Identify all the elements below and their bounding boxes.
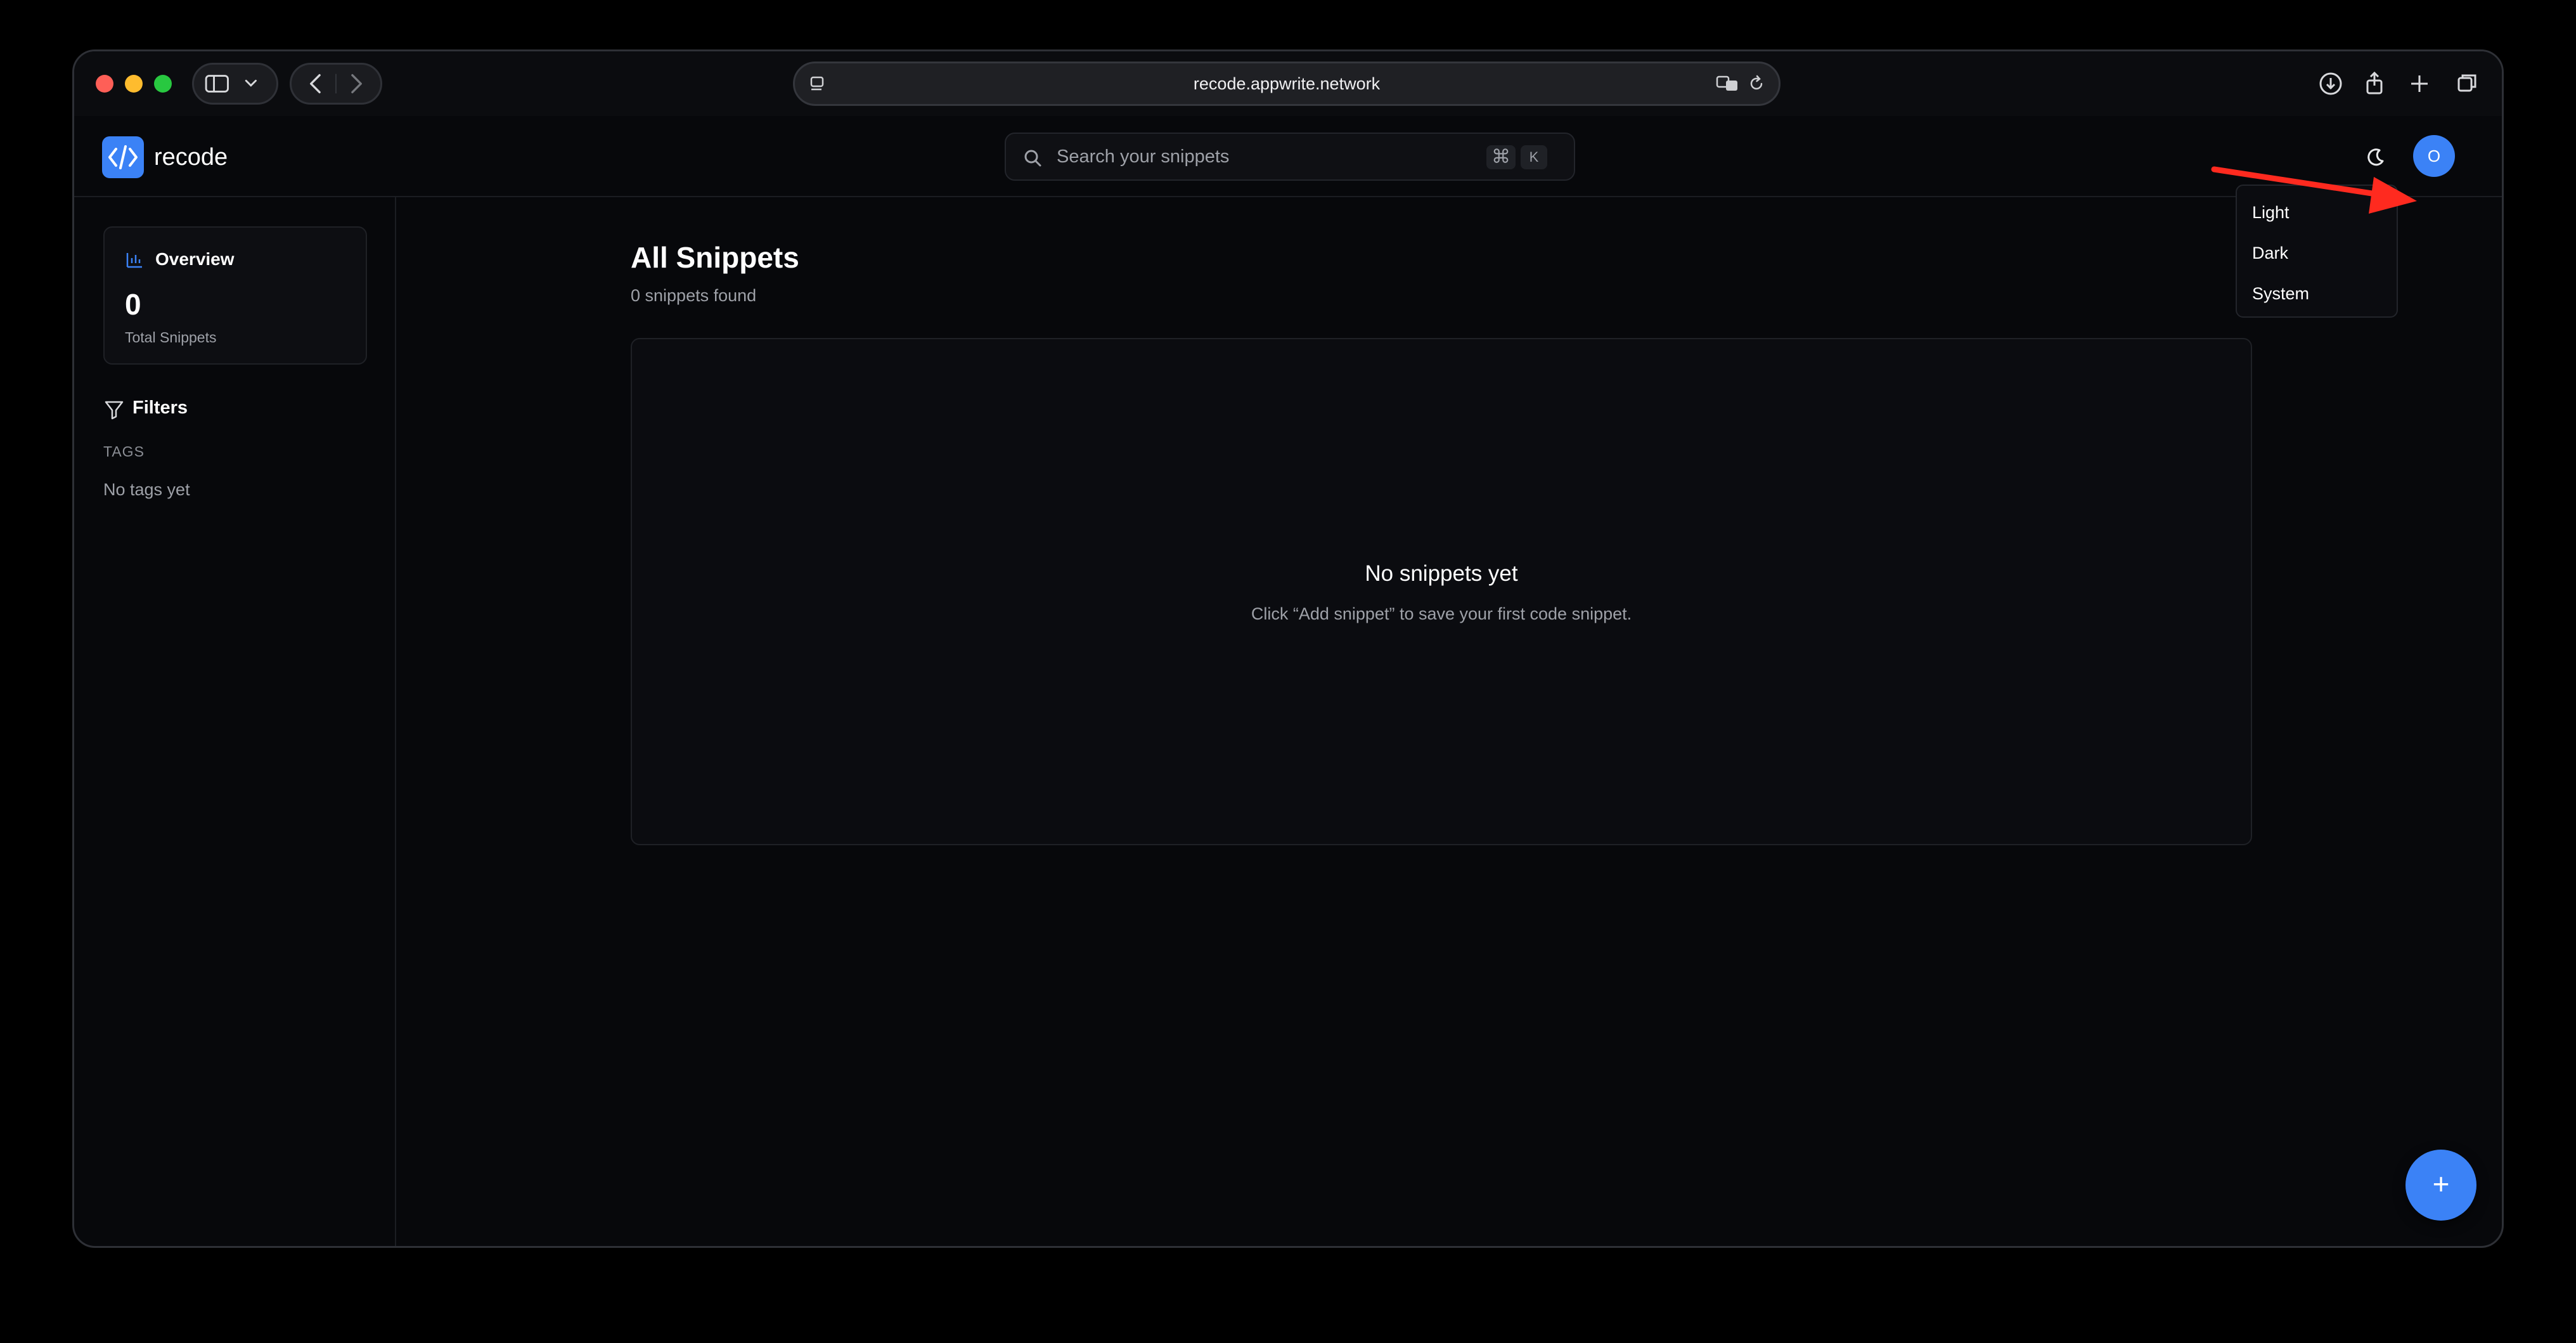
empty-state-description: Click “Add snippet” to save your first c… (1251, 604, 1632, 623)
history-nav (290, 63, 382, 105)
filters-title: Filters (132, 398, 188, 418)
filter-icon (105, 401, 124, 420)
reload-icon[interactable] (1747, 74, 1766, 93)
share-icon[interactable] (2366, 71, 2383, 94)
theme-option-system[interactable]: System (2239, 275, 2394, 313)
sidebar-icon (205, 75, 257, 93)
overview-title: Overview (155, 249, 235, 269)
back-icon[interactable] (310, 74, 321, 94)
sidebar: Overview 0 Total Snippets Filters TAGS N… (74, 197, 396, 1246)
snippets-count-text: 0 snippets found (631, 286, 757, 305)
tags-heading: TAGS (103, 443, 145, 460)
annotation-arrow-icon (2211, 166, 2417, 214)
total-snippets-label: Total Snippets (125, 329, 217, 346)
tags-empty-text: No tags yet (103, 480, 190, 499)
add-snippet-button[interactable]: + (2405, 1150, 2476, 1221)
overview-card: Overview 0 Total Snippets (103, 226, 367, 365)
forward-icon[interactable] (351, 74, 362, 94)
url-text: recode.appwrite.network (1193, 74, 1381, 93)
browser-window: recode.appwrite.network recode Search yo… (72, 49, 2504, 1248)
app-header: recode ⌘ K O (74, 116, 2502, 197)
bar-chart-icon (126, 253, 142, 268)
empty-state-title: No snippets yet (1365, 561, 1518, 586)
new-tab-icon[interactable] (2411, 75, 2428, 92)
shortcut-k-key: K (1521, 145, 1547, 169)
theme-option-dark[interactable]: Dark (2239, 234, 2394, 272)
app-logo[interactable] (102, 136, 144, 178)
page-title: All Snippets (631, 241, 799, 274)
search-input[interactable] (1057, 134, 1437, 179)
address-bar[interactable]: recode.appwrite.network (793, 62, 1781, 106)
close-window-button[interactable] (96, 75, 113, 93)
translate-icon[interactable] (1715, 74, 1741, 93)
app-name[interactable]: recode (154, 141, 228, 173)
downloads-icon[interactable] (2319, 72, 2342, 95)
browser-toolbar: recode.appwrite.network (74, 51, 2502, 116)
search-bar[interactable]: ⌘ K (1005, 133, 1575, 181)
browser-actions (2314, 63, 2492, 105)
zoom-window-button[interactable] (154, 75, 172, 93)
empty-state-panel: No snippets yet Click “Add snippet” to s… (631, 338, 2252, 845)
tab-overview-icon[interactable] (2457, 74, 2476, 92)
total-snippets-count: 0 (125, 288, 141, 321)
shortcut-cmd-key: ⌘ (1486, 145, 1516, 169)
search-icon (1024, 150, 1041, 167)
sidebar-toggle-button[interactable] (192, 63, 278, 105)
minimize-window-button[interactable] (125, 75, 143, 93)
code-logo-icon (108, 145, 138, 169)
